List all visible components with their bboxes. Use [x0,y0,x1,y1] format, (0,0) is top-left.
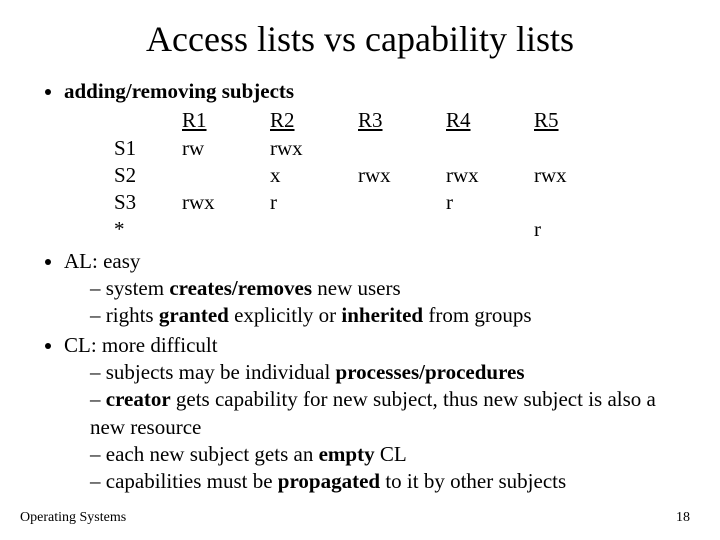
row-star: * [114,216,182,243]
t: gets capability for new subject, thus ne… [90,387,656,438]
cell: r [270,189,358,216]
bullet-al: AL: easy system creates/removes new user… [64,248,684,330]
t: empty [319,442,375,466]
cell: rwx [270,135,358,162]
table-row: S1 rw rwx [114,135,622,162]
cell: x [270,162,358,189]
cell [182,162,270,189]
t: inherited [341,303,423,327]
slide-title: Access lists vs capability lists [36,18,684,60]
permissions-table-wrap: R1 R2 R3 R4 R5 S1 rw rwx [114,107,684,243]
cell [534,189,622,216]
cell: rwx [182,189,270,216]
t: CL [375,442,407,466]
cell: r [446,189,534,216]
bullet-cl-sub1: subjects may be individual processes/pro… [90,359,684,386]
t: rights [106,303,159,327]
cell [358,216,446,243]
table-row: S3 rwx r r [114,189,622,216]
cell: rw [182,135,270,162]
bullet-cl-sub2: creator gets capability for new subject,… [90,386,684,441]
bullet-al-sub1: system creates/removes new users [90,275,684,302]
col-r2: R2 [270,107,358,134]
t: propagated [278,469,380,493]
row-s3: S3 [114,189,182,216]
row-s2: S2 [114,162,182,189]
bullet-adding: adding/removing subjects R1 R2 R3 R4 R5 … [64,78,684,244]
bullet-cl-text: CL: more difficult [64,333,218,357]
cell: rwx [534,162,622,189]
footer-page-number: 18 [676,510,690,526]
t: creates/removes [169,276,312,300]
footer-left: Operating Systems [20,510,126,526]
cell: r [534,216,622,243]
col-r1: R1 [182,107,270,134]
t: system [106,276,170,300]
col-r3: R3 [358,107,446,134]
bullet-al-sub2: rights granted explicitly or inherited f… [90,302,684,329]
t: capabilities must be [106,469,278,493]
t: subjects may be individual [106,360,336,384]
t: processes/procedures [336,360,525,384]
table-row: S2 x rwx rwx rwx [114,162,622,189]
bullet-cl-sub3: each new subject gets an empty CL [90,441,684,468]
cell: rwx [446,162,534,189]
cell [446,135,534,162]
cell [446,216,534,243]
t: from groups [423,303,532,327]
bullet-adding-text: adding/removing subjects [64,79,294,103]
t: creator [106,387,171,411]
permissions-table: R1 R2 R3 R4 R5 S1 rw rwx [114,107,622,243]
bullet-cl: CL: more difficult subjects may be indiv… [64,332,684,496]
slide-body: adding/removing subjects R1 R2 R3 R4 R5 … [36,78,684,495]
row-s1: S1 [114,135,182,162]
t: each new subject gets an [106,442,319,466]
bullet-cl-sub4: capabilities must be propagated to it by… [90,468,684,495]
t: explicitly or [229,303,342,327]
table-row: * r [114,216,622,243]
cell [358,189,446,216]
cell: rwx [358,162,446,189]
t: granted [159,303,229,327]
cell [270,216,358,243]
cell [358,135,446,162]
bullet-al-text: AL: easy [64,249,140,273]
col-r4: R4 [446,107,534,134]
cell [534,135,622,162]
col-r5: R5 [534,107,622,134]
t: new users [312,276,401,300]
t: to it by other subjects [380,469,566,493]
cell [182,216,270,243]
